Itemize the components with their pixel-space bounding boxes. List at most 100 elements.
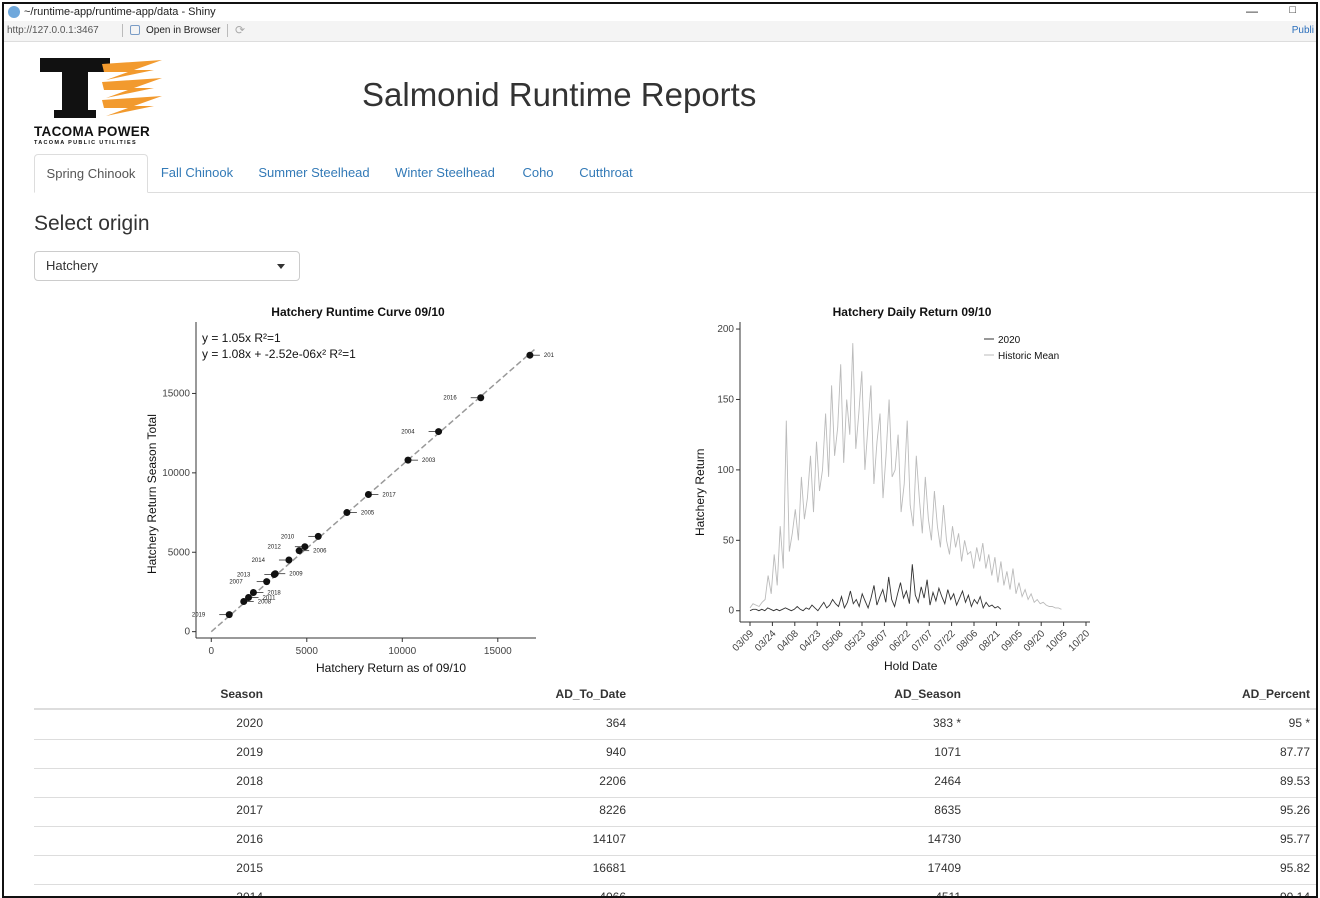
table-cell: 90.14 xyxy=(1279,890,1310,898)
data-point xyxy=(285,556,293,564)
x-tick-label: 15000 xyxy=(484,646,512,657)
logo-mark-icon xyxy=(40,58,162,118)
address-bar: http://127.0.0.1:3467 Open in Browser ⟳ … xyxy=(4,21,1316,42)
table-row[interactable]: 2016 14107 14730 95.77 xyxy=(34,826,1316,856)
table-cell: 89.53 xyxy=(1279,774,1310,788)
table-cell: 2206 xyxy=(599,774,626,788)
table-cell: 87.77 xyxy=(1279,745,1310,759)
tab-cutthroat[interactable]: Cutthroat xyxy=(574,154,638,191)
equation-linear: y = 1.05x R²=1 xyxy=(202,331,281,345)
y-tick-label: 0 xyxy=(184,627,190,638)
tab-spring-chinook[interactable]: Spring Chinook xyxy=(34,154,148,193)
point-label: 2010 xyxy=(281,534,295,540)
column-header-ad-percent[interactable]: AD_Percent xyxy=(1242,687,1310,701)
y-tick-label: 15000 xyxy=(162,388,190,399)
table-cell: 2020 xyxy=(236,716,263,730)
point-label: 2004 xyxy=(401,430,415,436)
table-row[interactable]: 2019 940 1071 87.77 xyxy=(34,739,1316,769)
table-row[interactable]: 2018 2206 2464 89.53 xyxy=(34,768,1316,798)
rstudio-icon xyxy=(8,6,20,18)
window-title: ~/runtime-app/runtime-app/data - Shiny xyxy=(24,6,216,18)
point-label: 2016 xyxy=(443,396,457,402)
table-cell: 383 * xyxy=(932,716,961,730)
data-point xyxy=(249,589,257,597)
origin-select-value: Hatchery xyxy=(46,258,99,273)
x-tick-label: 09/05 xyxy=(999,628,1025,654)
maximize-button[interactable]: □ xyxy=(1289,4,1296,16)
point-label: 2017 xyxy=(382,493,396,499)
divider xyxy=(122,24,123,37)
series-line-historic-mean xyxy=(749,343,1062,610)
chart-title: Hatchery Daily Return 09/10 xyxy=(833,305,992,319)
tab-coho[interactable]: Coho xyxy=(514,154,562,191)
table-cell: 2019 xyxy=(236,745,263,759)
logo-subtitle: TACOMA PUBLIC UTILITIES xyxy=(34,140,137,146)
column-header-season[interactable]: Season xyxy=(220,687,263,701)
window-titlebar: ~/runtime-app/runtime-app/data - Shiny —… xyxy=(4,4,1316,21)
x-tick-label: 04/23 xyxy=(798,628,824,654)
point-label: 2003 xyxy=(422,458,436,464)
x-tick-label: 04/08 xyxy=(775,628,801,654)
tab-fall-chinook[interactable]: Fall Chinook xyxy=(152,154,242,191)
table-cell: 2014 xyxy=(236,890,263,898)
data-point xyxy=(404,456,412,464)
origin-select[interactable]: Hatchery xyxy=(34,251,300,281)
x-tick-label: 05/23 xyxy=(843,628,869,654)
table-cell: 95.26 xyxy=(1279,803,1310,817)
x-tick-label: 09/20 xyxy=(1022,628,1048,654)
species-tabs: Spring Chinook Fall Chinook Summer Steel… xyxy=(34,154,1316,193)
logo-name: TACOMA POWER xyxy=(34,124,151,139)
refresh-icon[interactable]: ⟳ xyxy=(235,23,245,37)
table-row[interactable]: 2015 16681 17409 95.82 xyxy=(34,855,1316,885)
table-cell: 940 xyxy=(605,745,626,759)
tacoma-power-logo: TACOMA POWER TACOMA PUBLIC UTILITIES xyxy=(34,56,174,152)
table-cell: 95.77 xyxy=(1279,832,1310,846)
page-title: Salmonid Runtime Reports xyxy=(362,76,757,113)
table-row[interactable]: 2014 4066 4511 90.14 xyxy=(34,884,1316,898)
point-label: 2013 xyxy=(237,572,251,578)
url-text[interactable]: http://127.0.0.1:3467 xyxy=(7,25,99,36)
table-header: Season AD_To_Date AD_Season AD_Percent xyxy=(34,681,1316,710)
table-cell: 1071 xyxy=(934,745,961,759)
legend-label-2020: 2020 xyxy=(998,335,1021,346)
open-in-browser-icon[interactable] xyxy=(130,25,140,35)
data-point xyxy=(240,597,248,605)
point-label: 2007 xyxy=(229,580,243,586)
table-cell: 8226 xyxy=(599,803,626,817)
x-tick-label: 08/06 xyxy=(955,628,981,654)
chevron-down-icon[interactable] xyxy=(277,264,285,269)
table-cell: 16681 xyxy=(592,861,626,875)
fit-line xyxy=(210,347,537,633)
y-tick-label: 50 xyxy=(723,535,735,546)
y-tick-label: 100 xyxy=(717,465,734,476)
point-label: 2015 xyxy=(544,353,554,359)
equation-quadratic: y = 1.08x + -2.52e-06x² R²=1 xyxy=(202,347,356,361)
point-label: 2009 xyxy=(289,572,303,578)
table-cell: 95 * xyxy=(1288,716,1310,730)
point-label: 2008 xyxy=(258,599,272,605)
open-in-browser-button[interactable]: Open in Browser xyxy=(146,25,220,36)
column-header-ad-season[interactable]: AD_Season xyxy=(894,687,961,701)
divider xyxy=(227,24,228,37)
table-row[interactable]: 2020 364 383 * 95 * xyxy=(34,710,1316,740)
point-label: 2012 xyxy=(268,545,282,551)
x-tick-label: 03/24 xyxy=(753,628,779,654)
data-point xyxy=(526,351,534,359)
x-axis-label: Hatchery Return as of 09/10 xyxy=(316,661,466,675)
table-row[interactable]: 2017 8226 8635 95.26 xyxy=(34,797,1316,827)
select-origin-label: Select origin xyxy=(34,212,150,235)
minimize-button[interactable]: — xyxy=(1246,4,1258,18)
column-header-ad-to-date[interactable]: AD_To_Date xyxy=(556,687,626,701)
table-cell: 4066 xyxy=(599,890,626,898)
publish-button[interactable]: Publi xyxy=(1292,25,1314,36)
x-tick-label: 10000 xyxy=(388,646,416,657)
table-cell: 8635 xyxy=(934,803,961,817)
x-tick-label: 07/07 xyxy=(910,628,936,654)
data-point xyxy=(343,509,351,517)
tab-winter-steelhead[interactable]: Winter Steelhead xyxy=(388,154,502,191)
data-point xyxy=(301,543,309,551)
data-point xyxy=(477,394,485,402)
x-tick-label: 5000 xyxy=(296,646,319,657)
legend-label-historic-mean: Historic Mean xyxy=(998,351,1059,362)
tab-summer-steelhead[interactable]: Summer Steelhead xyxy=(254,154,374,191)
